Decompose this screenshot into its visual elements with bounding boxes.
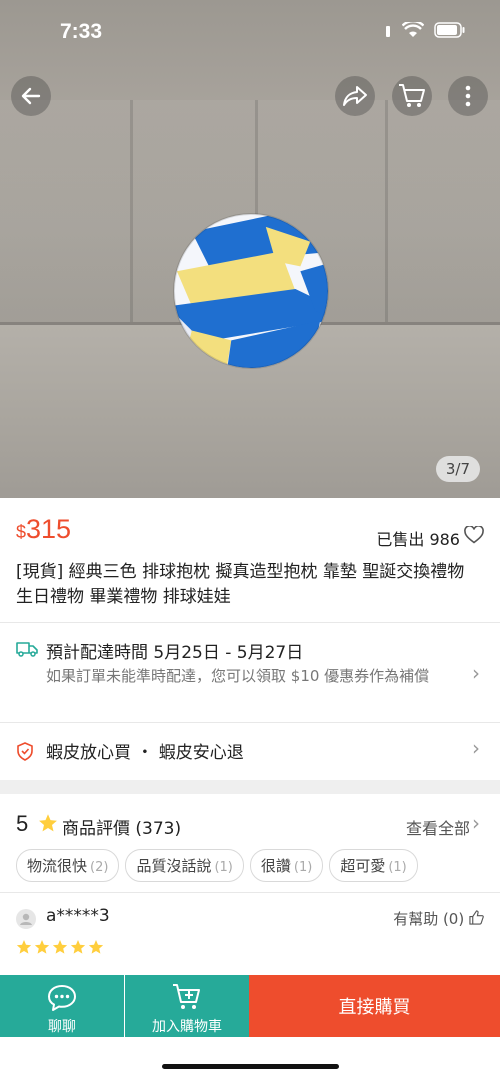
rating-label: 商品評價 (373) xyxy=(62,819,182,839)
review-stars xyxy=(16,939,104,955)
product-price: $315 xyxy=(16,514,71,545)
chat-bubble-icon xyxy=(48,985,76,1011)
sold-count: 已售出 986 xyxy=(376,530,460,549)
product-title: [現貨] 經典三色 排球抱枕 擬真造型抱枕 靠墊 聖誕交換禮物 生日禮物 畢業禮… xyxy=(16,562,465,607)
see-all-link[interactable]: 查看全部 xyxy=(406,815,470,839)
user-icon xyxy=(20,913,32,925)
buy-now-button[interactable]: 直接購買 xyxy=(249,975,500,1037)
status-bar: 7:33 xyxy=(0,0,500,64)
thumbs-up-icon xyxy=(469,910,484,925)
review-tag[interactable]: 品質沒話說 (1) xyxy=(125,849,244,882)
back-arrow-icon xyxy=(21,87,41,105)
review-tag[interactable]: 很讚 (1) xyxy=(249,849,324,882)
heart-icon[interactable] xyxy=(464,526,484,544)
delivery-guarantee-note: 如果訂單未能準時配達，您可以領取 $10 優惠券作為補償 xyxy=(46,667,430,685)
review-tag[interactable]: 超可愛 (1) xyxy=(329,849,418,882)
review-tag[interactable]: 物流很快 (2) xyxy=(16,849,120,882)
image-counter: 3/7 xyxy=(435,456,480,482)
star-icon xyxy=(34,940,50,954)
add-to-cart-button[interactable]: 加入購物車 xyxy=(125,975,249,1037)
more-vertical-icon xyxy=(465,85,471,107)
volleyball-plush-image xyxy=(172,212,330,370)
share-icon xyxy=(343,86,367,106)
guarantee-text: 蝦皮放心買 ・ 蝦皮安心退 xyxy=(46,743,244,763)
add-to-cart-icon xyxy=(173,984,200,1009)
shopping-cart-icon xyxy=(399,84,425,107)
section-gap xyxy=(0,780,500,794)
shopee-guarantee[interactable]: 蝦皮放心買 ・ 蝦皮安心退 › xyxy=(16,736,484,764)
back-button[interactable] xyxy=(11,76,51,116)
star-icon xyxy=(52,940,68,954)
review-tags: 物流很快 (2) 品質沒話說 (1) 很讚 (1) 超可愛 (1) xyxy=(16,849,418,882)
star-icon xyxy=(39,814,57,832)
truck-icon xyxy=(16,642,38,657)
shipping-info[interactable]: 預計配達時間 5月25日 - 5月27日 如果訂單未能準時配達，您可以領取 $1… xyxy=(16,637,484,715)
delivery-estimate: 預計配達時間 5月25日 - 5月27日 xyxy=(46,643,304,663)
star-icon xyxy=(16,940,32,954)
add-to-cart-label: 加入購物車 xyxy=(152,1019,222,1035)
chevron-right-icon: › xyxy=(472,811,480,835)
divider xyxy=(0,892,500,893)
rating-score: 5 xyxy=(16,811,29,836)
bottom-action-bar: 聊聊 加入購物車 直接購買 xyxy=(0,975,500,1037)
divider xyxy=(0,722,500,723)
helpful-button[interactable]: 有幫助 (0) xyxy=(393,908,484,929)
chat-button[interactable]: 聊聊 xyxy=(0,975,124,1037)
chat-label: 聊聊 xyxy=(48,1019,76,1035)
chevron-right-icon: › xyxy=(472,661,480,685)
currency-symbol: $ xyxy=(16,522,27,542)
signal-icon xyxy=(386,26,390,37)
rating-header[interactable]: 5 商品評價 (373) 查看全部 › xyxy=(16,811,484,841)
more-button[interactable] xyxy=(448,76,488,116)
wifi-icon xyxy=(402,22,424,37)
price-value: 315 xyxy=(26,514,72,544)
review-item: a*****3 有幫助 (0) xyxy=(16,906,484,966)
reviewer-name: a*****3 xyxy=(46,906,110,926)
star-icon xyxy=(88,940,104,954)
share-button[interactable] xyxy=(335,76,375,116)
price-row: $315 已售出 986 xyxy=(16,512,484,552)
home-indicator[interactable] xyxy=(162,1064,339,1069)
divider xyxy=(0,622,500,623)
cart-button[interactable] xyxy=(392,76,432,116)
shield-icon xyxy=(17,742,33,761)
star-icon xyxy=(70,940,86,954)
status-time: 7:33 xyxy=(60,20,103,43)
battery-icon xyxy=(434,22,465,38)
chevron-right-icon: › xyxy=(472,736,480,760)
product-image[interactable]: 7:33 3/7 xyxy=(0,0,500,498)
avatar xyxy=(16,909,36,929)
